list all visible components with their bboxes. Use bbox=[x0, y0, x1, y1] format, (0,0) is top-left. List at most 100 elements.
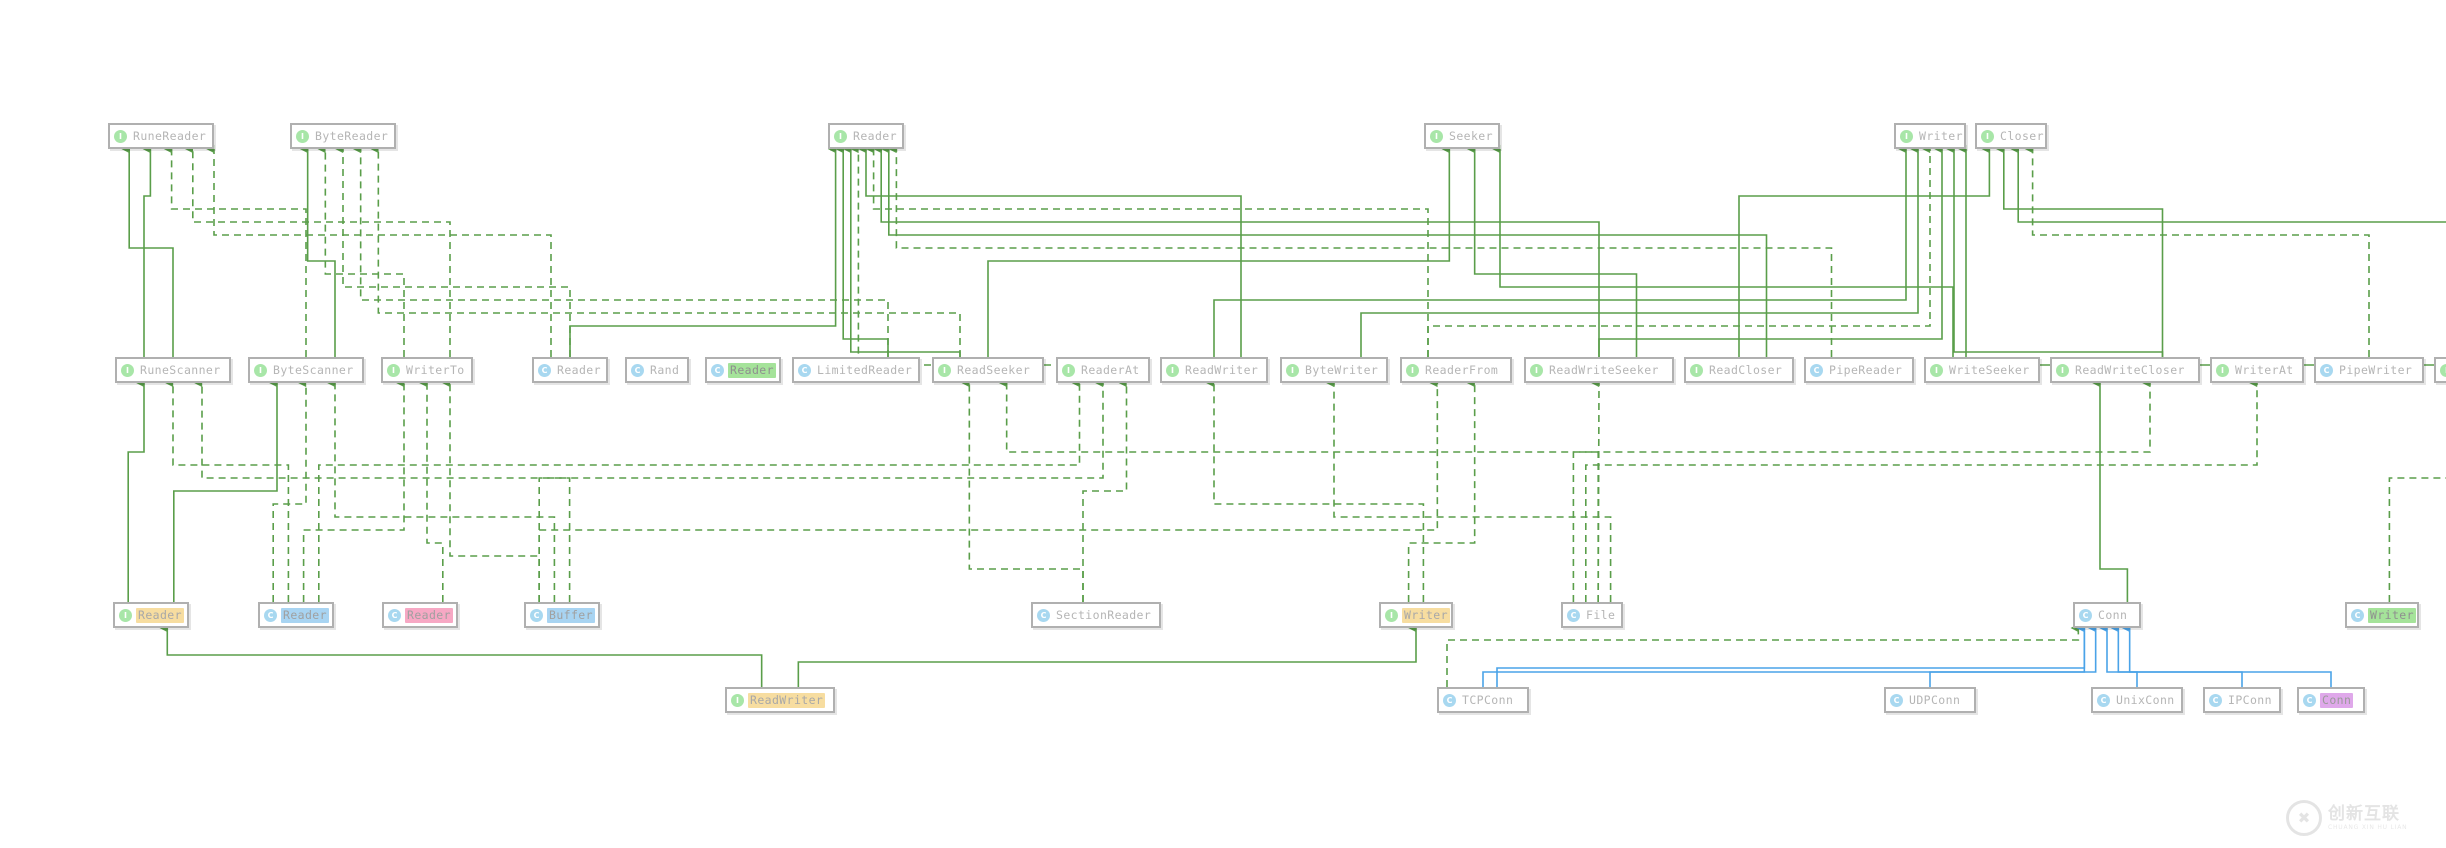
node-reader-26[interactable]: I Reader bbox=[113, 602, 189, 628]
interface-badge-icon: I bbox=[1900, 129, 1913, 143]
node-label: RuneScanner bbox=[140, 362, 221, 377]
node-tcpconn-36[interactable]: C TCPConn bbox=[1437, 687, 1529, 713]
interface-badge-icon: I bbox=[2440, 363, 2446, 377]
node-label: UnixConn bbox=[2116, 692, 2175, 707]
class-badge-icon: C bbox=[1567, 608, 1580, 622]
node-label: ReadWriter bbox=[748, 692, 826, 708]
node-reader-2[interactable]: I Reader bbox=[828, 123, 904, 149]
node-readerat-14[interactable]: I ReaderAt bbox=[1056, 357, 1150, 383]
node-label: ByteWriter bbox=[1305, 362, 1379, 377]
node-unixconn-38[interactable]: C UnixConn bbox=[2091, 687, 2183, 713]
interface-badge-icon: I bbox=[1385, 608, 1398, 622]
class-badge-icon: C bbox=[631, 363, 644, 377]
node-reader-28[interactable]: C Reader bbox=[382, 602, 458, 628]
class-badge-icon: C bbox=[530, 608, 543, 622]
node-label: WriteSeeker bbox=[1949, 362, 2030, 377]
node-label: SectionReader bbox=[1056, 607, 1152, 622]
class-badge-icon: C bbox=[388, 608, 401, 622]
interface-badge-icon: I bbox=[121, 363, 134, 377]
node-label: TCPConn bbox=[1462, 692, 1514, 707]
node-writerat-23[interactable]: I WriterAt bbox=[2210, 357, 2304, 383]
node-rand-10[interactable]: C Rand bbox=[625, 357, 689, 383]
node-file-32[interactable]: C File bbox=[1561, 602, 1623, 628]
interface-badge-icon: I bbox=[119, 608, 132, 622]
node-label: PipeWriter bbox=[2339, 362, 2413, 377]
interface-badge-icon: I bbox=[1981, 129, 1994, 143]
node-label: Buffer bbox=[547, 607, 595, 623]
class-badge-icon: C bbox=[711, 363, 724, 377]
node-readwritecloser-22[interactable]: I ReadWriteCloser bbox=[2050, 357, 2200, 383]
class-badge-icon: C bbox=[2320, 363, 2333, 377]
node-writeseeker-21[interactable]: I WriteSeeker bbox=[1924, 357, 2040, 383]
interface-badge-icon: I bbox=[114, 129, 127, 143]
interface-badge-icon: I bbox=[387, 363, 400, 377]
node-sectionreader-30[interactable]: C SectionReader bbox=[1031, 602, 1161, 628]
node-writecloser-25[interactable]: IWriteCloser bbox=[2434, 357, 2446, 383]
interface-badge-icon: I bbox=[254, 363, 267, 377]
node-label: File bbox=[1586, 607, 1616, 622]
interface-badge-icon: I bbox=[2216, 363, 2229, 377]
interface-badge-icon: I bbox=[1530, 363, 1543, 377]
node-readerfrom-17[interactable]: I ReaderFrom bbox=[1400, 357, 1512, 383]
node-label: ByteScanner bbox=[273, 362, 354, 377]
watermark-pinyin-text: CHUANG XIN HU LIAN bbox=[2328, 823, 2408, 831]
node-label: WriterTo bbox=[406, 362, 465, 377]
node-writer-31[interactable]: I Writer bbox=[1379, 602, 1453, 628]
node-label: UDPConn bbox=[1909, 692, 1961, 707]
interface-badge-icon: I bbox=[938, 363, 951, 377]
node-label: Reader bbox=[728, 362, 776, 378]
node-bytewriter-16[interactable]: I ByteWriter bbox=[1280, 357, 1388, 383]
node-readseeker-13[interactable]: I ReadSeeker bbox=[932, 357, 1044, 383]
node-bytereader-1[interactable]: I ByteReader bbox=[290, 123, 396, 149]
node-readwriteseeker-18[interactable]: I ReadWriteSeeker bbox=[1524, 357, 1674, 383]
node-label: Conn bbox=[2098, 607, 2128, 622]
watermark: ✖ 创新互联 CHUANG XIN HU LIAN bbox=[2286, 800, 2434, 836]
node-ipconn-39[interactable]: C IPConn bbox=[2203, 687, 2281, 713]
node-reader-9[interactable]: C Reader bbox=[532, 357, 608, 383]
node-pipereader-20[interactable]: C PipeReader bbox=[1804, 357, 1914, 383]
interface-badge-icon: I bbox=[296, 129, 309, 143]
node-label: PipeReader bbox=[1829, 362, 1903, 377]
node-conn-40[interactable]: C Conn bbox=[2297, 687, 2365, 713]
node-label: Writer bbox=[1402, 607, 1450, 623]
node-label: Reader bbox=[853, 128, 897, 143]
class-badge-icon: C bbox=[798, 363, 811, 377]
node-label: Reader bbox=[136, 607, 184, 623]
node-label: ReadCloser bbox=[1709, 362, 1783, 377]
node-label: Writer bbox=[2368, 607, 2416, 623]
node-label: ReadSeeker bbox=[957, 362, 1031, 377]
node-writer-34[interactable]: C Writer bbox=[2345, 602, 2419, 628]
node-runescanner-6[interactable]: I RuneScanner bbox=[115, 357, 231, 383]
node-udpconn-37[interactable]: C UDPConn bbox=[1884, 687, 1976, 713]
class-badge-icon: C bbox=[1890, 693, 1903, 707]
node-conn-33[interactable]: C Conn bbox=[2073, 602, 2141, 628]
node-runereader-0[interactable]: I RuneReader bbox=[108, 123, 214, 149]
class-badge-icon: C bbox=[264, 608, 277, 622]
node-reader-27[interactable]: C Reader bbox=[258, 602, 334, 628]
node-reader-11[interactable]: C Reader bbox=[705, 357, 781, 383]
interface-badge-icon: I bbox=[1430, 129, 1443, 143]
node-label: ReaderAt bbox=[1081, 362, 1140, 377]
watermark-logo-icon: ✖ bbox=[2286, 800, 2322, 836]
class-badge-icon: C bbox=[538, 363, 551, 377]
node-readwriter-15[interactable]: I ReadWriter bbox=[1160, 357, 1268, 383]
node-readcloser-19[interactable]: I ReadCloser bbox=[1684, 357, 1794, 383]
interface-badge-icon: I bbox=[1286, 363, 1299, 377]
node-readwriter-35[interactable]: I ReadWriter bbox=[725, 687, 835, 713]
node-buffer-29[interactable]: C Buffer bbox=[524, 602, 600, 628]
node-pipewriter-24[interactable]: C PipeWriter bbox=[2314, 357, 2424, 383]
node-limitedreader-12[interactable]: C LimitedReader bbox=[792, 357, 920, 383]
node-writerto-8[interactable]: I WriterTo bbox=[381, 357, 473, 383]
interface-badge-icon: I bbox=[1690, 363, 1703, 377]
interface-badge-icon: I bbox=[1406, 363, 1419, 377]
node-label: ReadWriteCloser bbox=[2075, 362, 2185, 377]
node-label: WriterAt bbox=[2235, 362, 2294, 377]
class-badge-icon: C bbox=[2303, 693, 2316, 707]
node-closer-5[interactable]: I Closer bbox=[1975, 123, 2047, 149]
node-writer-4[interactable]: I Writer bbox=[1894, 123, 1966, 149]
node-label: Closer bbox=[2000, 128, 2044, 143]
node-bytescanner-7[interactable]: I ByteScanner bbox=[248, 357, 364, 383]
node-label: ByteReader bbox=[315, 128, 389, 143]
node-label: LimitedReader bbox=[817, 362, 913, 377]
node-seeker-3[interactable]: I Seeker bbox=[1424, 123, 1500, 149]
